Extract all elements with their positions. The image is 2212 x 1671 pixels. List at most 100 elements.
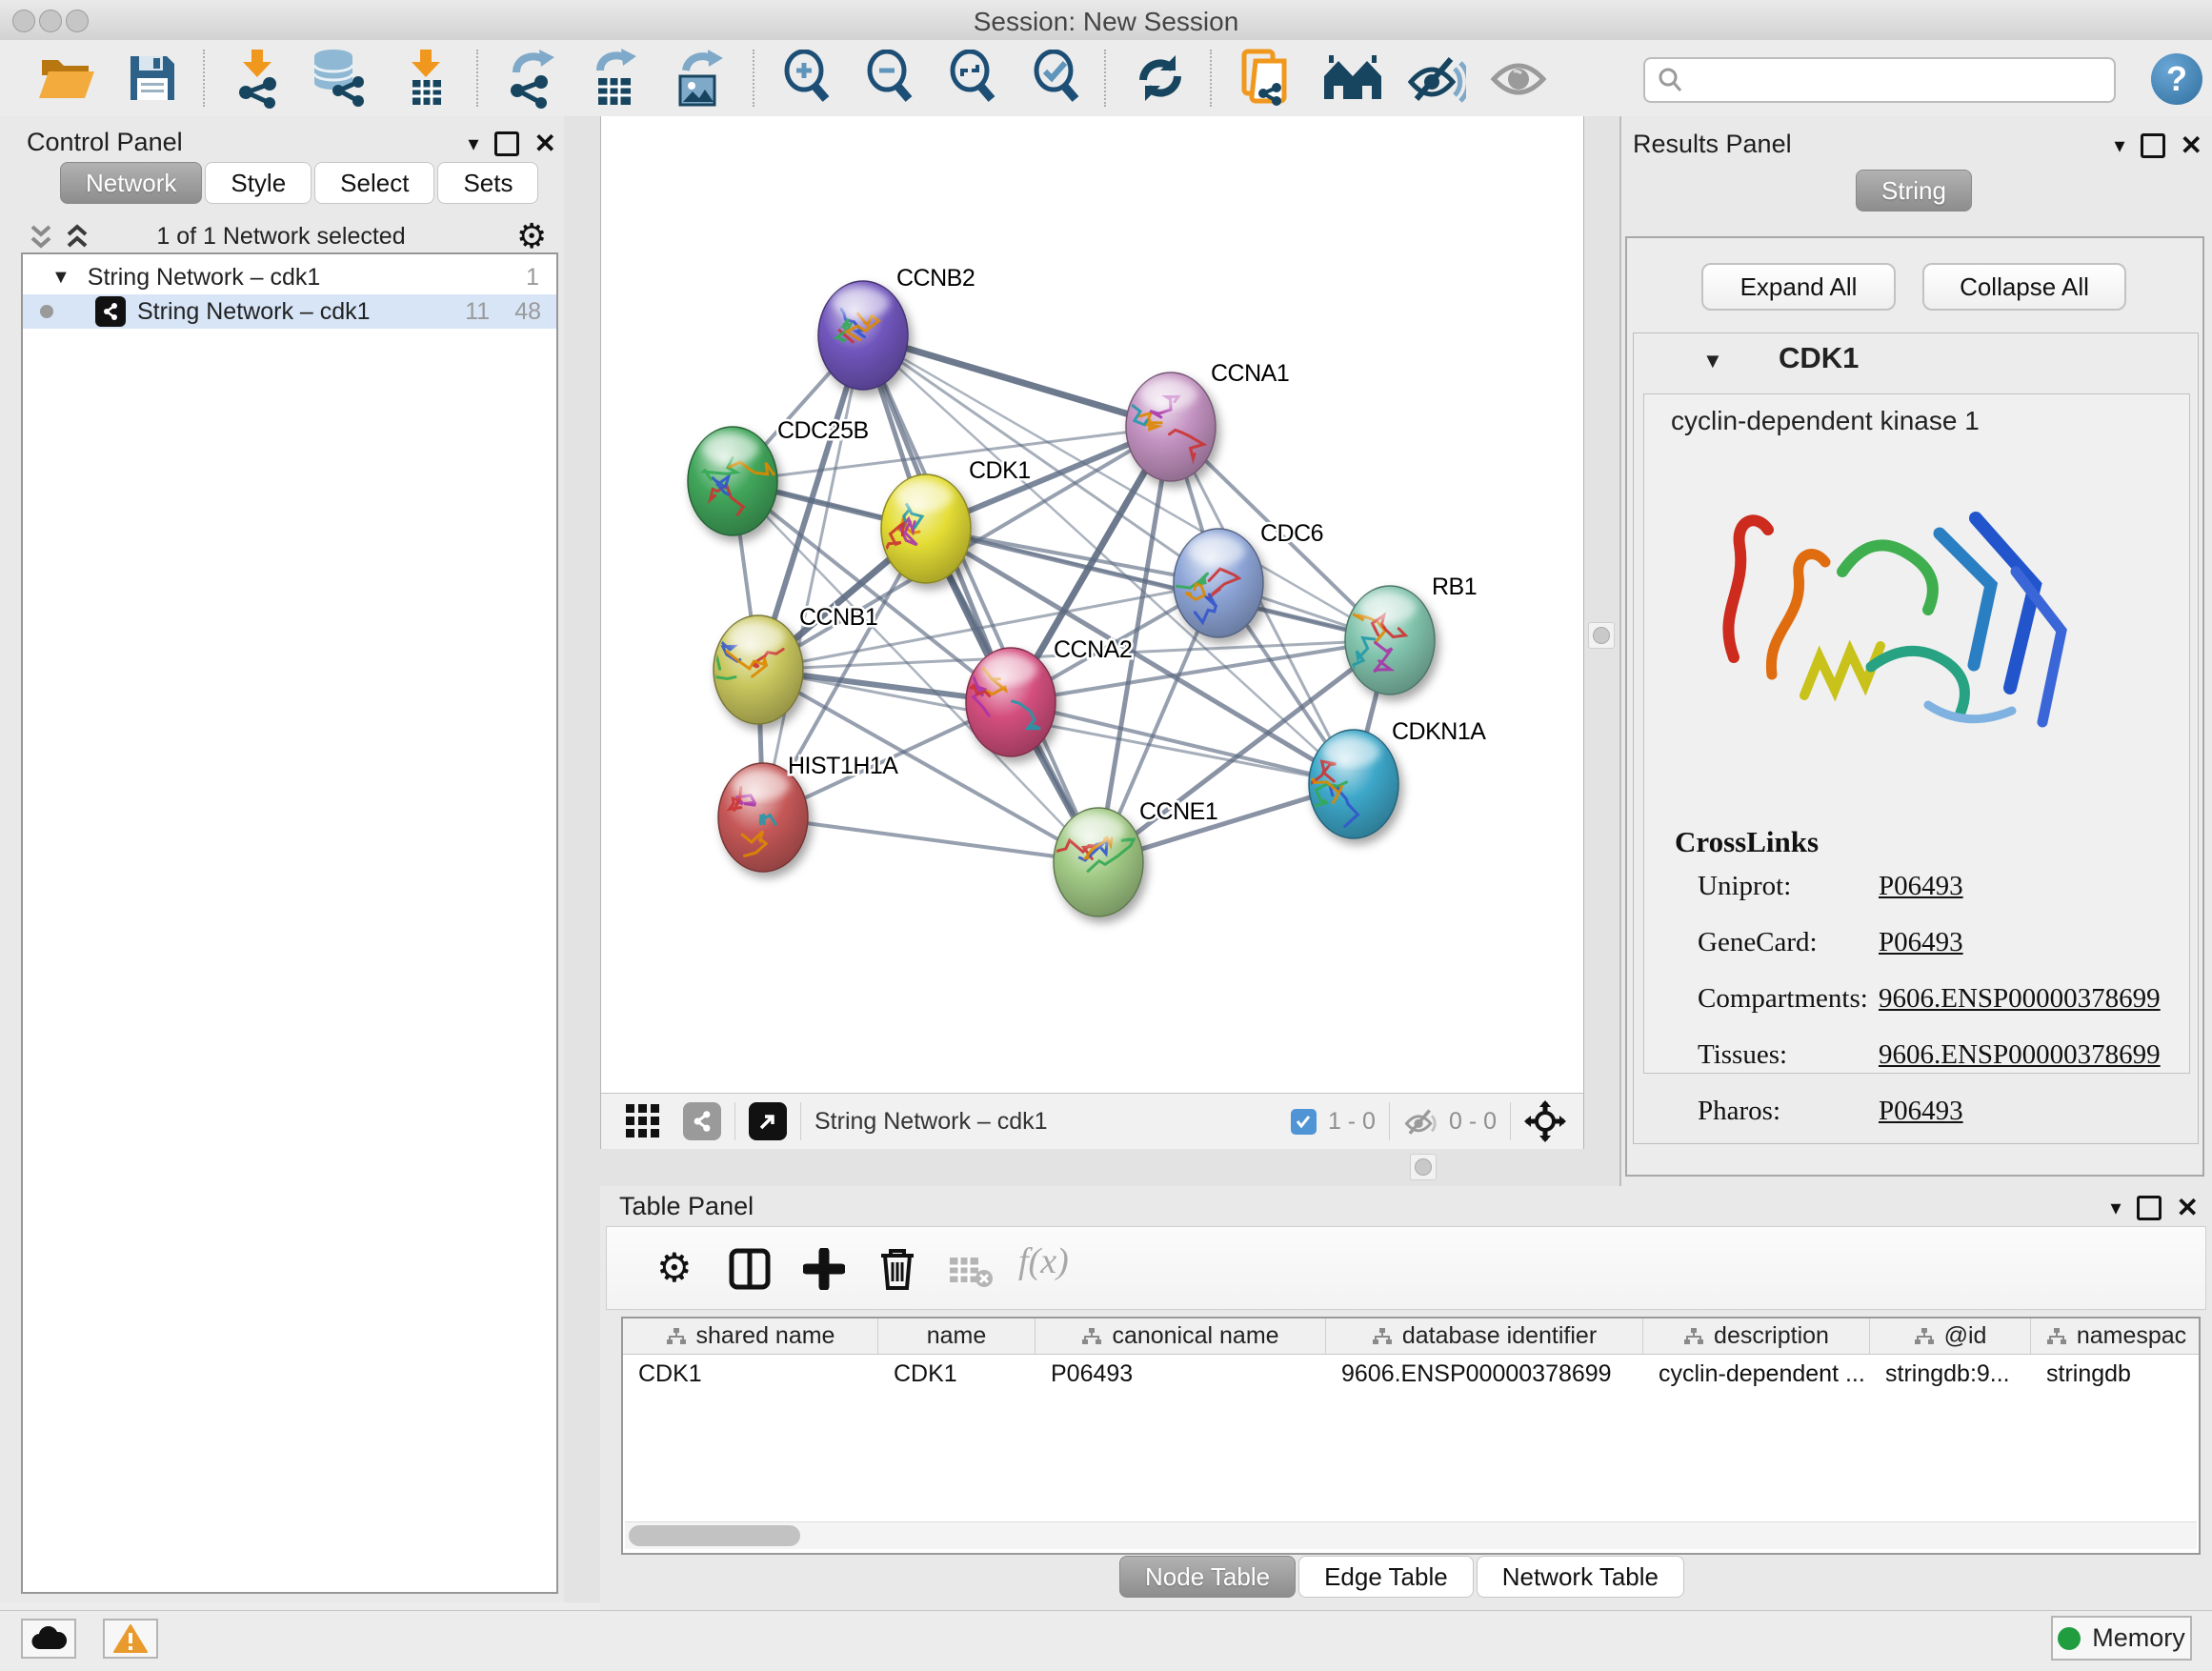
column-header-canonical-name[interactable]: canonical name [1036, 1319, 1326, 1355]
network-node-CCNE1[interactable] [1054, 808, 1143, 916]
open-session-button[interactable] [30, 46, 103, 111]
string-species-button[interactable] [1317, 46, 1389, 111]
network-edge[interactable] [863, 335, 1098, 862]
crosslink-link[interactable]: 9606.ENSP00000378699 [1879, 983, 2161, 1015]
horizontal-splitter[interactable] [600, 1148, 1583, 1186]
export-network-button[interactable] [494, 46, 567, 111]
zoom-fit-button[interactable] [937, 46, 1010, 111]
crosslink-link[interactable]: P06493 [1879, 871, 1963, 902]
results-panel-float-icon[interactable] [2141, 133, 2165, 158]
import-table-from-file-button[interactable] [390, 46, 462, 111]
column-header-namespac[interactable]: namespac [2031, 1319, 2201, 1355]
table-cell[interactable]: 9606.ENSP00000378699 [1341, 1360, 1612, 1388]
collapse-all-button[interactable]: Collapse All [1922, 263, 2126, 311]
splitter-handle[interactable] [1588, 622, 1615, 649]
network-row[interactable]: String Network – cdk1 11 48 [23, 294, 556, 329]
show-columns-icon[interactable] [729, 1248, 771, 1290]
network-node-HIST1H1A[interactable] [718, 763, 808, 872]
export-image-button[interactable] [662, 46, 734, 111]
help-button[interactable]: ? [2151, 53, 2202, 105]
collapse-all-icon[interactable] [27, 223, 55, 252]
table-cell[interactable]: CDK1 [638, 1360, 702, 1388]
column-header-description[interactable]: description [1643, 1319, 1870, 1355]
add-column-icon[interactable] [803, 1248, 845, 1290]
table-cell[interactable]: cyclin-dependent ... [1659, 1360, 1865, 1388]
network-node-CDC25B[interactable] [688, 427, 788, 535]
warnings-button[interactable] [103, 1619, 158, 1659]
column-header-@id[interactable]: @id [1870, 1319, 2031, 1355]
network-node-CDK1[interactable] [881, 474, 971, 583]
apply-layout-button[interactable] [1124, 46, 1196, 111]
tab-network[interactable]: Network [60, 162, 202, 204]
memory-button[interactable]: Memory [2051, 1616, 2192, 1661]
table-cell[interactable]: stringdb:9... [1885, 1360, 2010, 1388]
export-table-button[interactable] [578, 46, 651, 111]
delete-column-icon[interactable] [877, 1246, 917, 1292]
scrollbar-thumb[interactable] [629, 1525, 800, 1546]
network-node-CDKN1A[interactable] [1307, 730, 1398, 838]
network-node-CCNB2[interactable] [818, 281, 908, 390]
tab-select[interactable]: Select [314, 162, 434, 204]
crosslink-link[interactable]: P06493 [1879, 927, 1963, 958]
import-network-from-database-button[interactable] [303, 46, 375, 111]
column-header-name[interactable]: name [878, 1319, 1036, 1355]
results-panel-menu-icon[interactable]: ▾ [2114, 133, 2124, 158]
table-cell[interactable]: stringdb [2046, 1360, 2131, 1388]
grid-view-icon[interactable] [624, 1102, 662, 1140]
horizontal-scrollbar[interactable] [625, 1521, 2197, 1549]
save-session-button[interactable] [116, 46, 189, 111]
tree-expander-icon[interactable]: ▼ [51, 267, 70, 289]
network-edge[interactable] [1011, 702, 1354, 784]
network-node-RB1[interactable] [1345, 586, 1435, 695]
tab-edge-table[interactable]: Edge Table [1298, 1556, 1474, 1598]
tab-string[interactable]: String [1856, 170, 1972, 211]
tab-sets[interactable]: Sets [437, 162, 538, 204]
expand-all-button[interactable]: Expand All [1701, 263, 1896, 311]
control-panel-float-icon[interactable] [494, 131, 519, 156]
network-collection-row[interactable]: ▼ String Network – cdk1 1 [23, 260, 556, 294]
network-node-CCNA1[interactable] [1119, 372, 1216, 481]
cloud-status-button[interactable] [21, 1619, 76, 1659]
right-splitter[interactable] [1583, 116, 1619, 1186]
network-view[interactable]: CCNB2CCNA1CDC25BCDK1CDC6RB1CCNB1CCNA2CDK… [600, 116, 1584, 1093]
column-header-database-identifier[interactable]: database identifier [1326, 1319, 1643, 1355]
table-panel-close-icon[interactable]: ✕ [2177, 1198, 2199, 1218]
section-collapse-icon[interactable]: ▼ [1702, 349, 1723, 373]
zoom-selected-button[interactable] [1021, 46, 1094, 111]
results-panel-close-icon[interactable]: ✕ [2181, 136, 2202, 155]
table-cell[interactable]: P06493 [1051, 1360, 1133, 1388]
string-hide-glass-button[interactable] [1400, 46, 1473, 111]
left-splitter[interactable] [564, 116, 600, 1602]
network-node-CCNA2[interactable] [962, 648, 1056, 756]
control-panel-close-icon[interactable]: ✕ [534, 134, 556, 153]
zoom-out-button[interactable] [855, 46, 927, 111]
open-in-window-icon[interactable] [749, 1102, 787, 1140]
network-share-view-icon[interactable] [683, 1102, 721, 1140]
crosslink-link[interactable]: P06493 [1879, 1096, 1963, 1127]
import-network-from-file-button[interactable] [221, 46, 293, 111]
control-panel-menu-icon[interactable]: ▾ [468, 131, 478, 156]
network-edge[interactable] [763, 817, 1098, 862]
string-import-button[interactable] [1231, 46, 1303, 111]
zoom-in-button[interactable] [772, 46, 844, 111]
network-node-CDC6[interactable] [1174, 529, 1263, 637]
column-header-shared-name[interactable]: shared name [623, 1319, 878, 1355]
selected-checkbox-icon[interactable] [1291, 1109, 1317, 1135]
table-options-gear-icon[interactable]: ⚙ [656, 1248, 693, 1288]
network-options-gear-icon[interactable]: ⚙ [516, 219, 547, 253]
network-node-CCNB1[interactable] [710, 615, 803, 724]
node-table[interactable]: shared namenamecanonical namedatabase id… [621, 1317, 2201, 1555]
search-input[interactable] [1693, 62, 2114, 98]
splitter-handle[interactable] [1410, 1154, 1437, 1180]
network-edge[interactable] [863, 335, 1171, 427]
tab-network-table[interactable]: Network Table [1477, 1556, 1684, 1598]
tab-node-table[interactable]: Node Table [1119, 1556, 1296, 1598]
tab-style[interactable]: Style [205, 162, 312, 204]
show-hide-panel-button[interactable] [1482, 46, 1555, 111]
table-cell[interactable]: CDK1 [894, 1360, 957, 1388]
table-panel-float-icon[interactable] [2137, 1196, 2162, 1220]
crosslink-link[interactable]: 9606.ENSP00000378699 [1879, 1039, 2161, 1071]
network-edge[interactable] [763, 335, 863, 817]
table-panel-menu-icon[interactable]: ▾ [2110, 1196, 2121, 1220]
expand-all-icon[interactable] [63, 223, 91, 252]
